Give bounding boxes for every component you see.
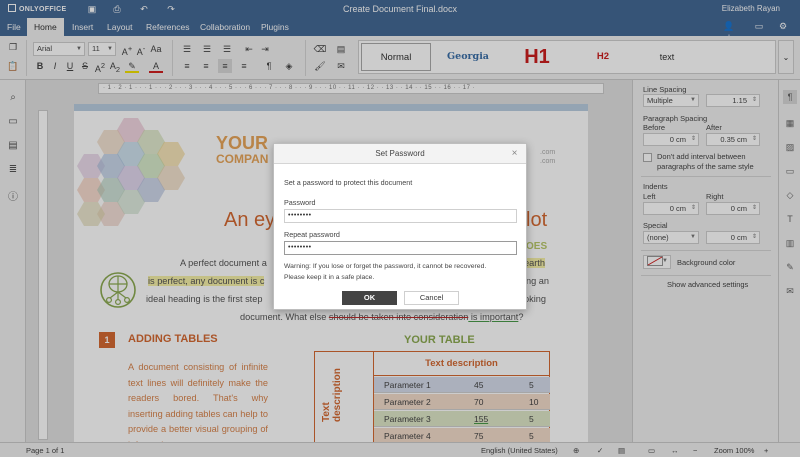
set-password-dialog: Set Password × Set a password to protect… [273, 143, 527, 310]
dialog-intro-text: Set a password to protect this document [284, 178, 413, 187]
password-field[interactable]: •••••••• [284, 209, 517, 223]
repeat-password-label: Repeat password [284, 230, 340, 239]
cancel-button[interactable]: Cancel [404, 291, 459, 305]
repeat-password-field[interactable]: •••••••• [284, 241, 517, 255]
ok-button[interactable]: OK [342, 291, 397, 305]
warning-line-1: Warning: If you lose or forget the passw… [284, 263, 487, 270]
dialog-title: Set Password [274, 144, 526, 164]
password-label: Password [284, 198, 316, 207]
close-icon[interactable]: × [509, 148, 520, 159]
warning-line-2: Please keep it in a safe place. [284, 273, 375, 281]
password-warning: Warning: If you lose or forget the passw… [284, 262, 516, 283]
